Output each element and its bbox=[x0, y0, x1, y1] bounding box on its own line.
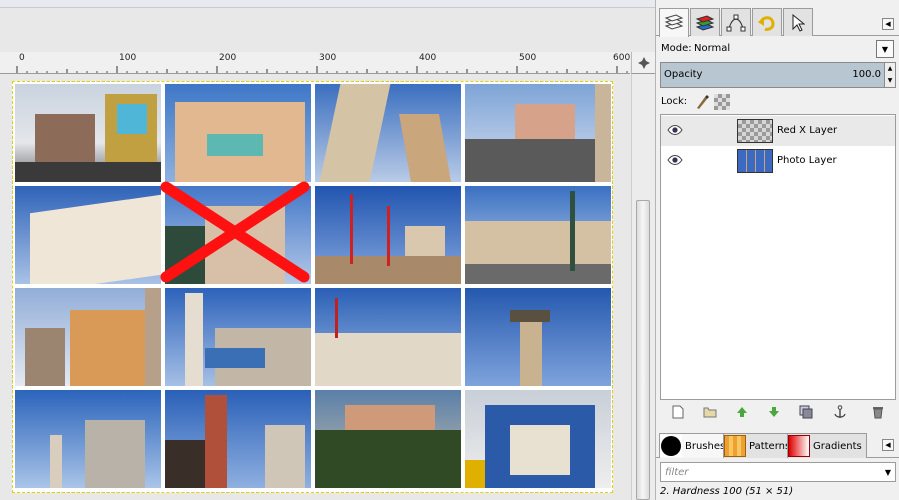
dock-tab-bar: ◀ bbox=[656, 6, 899, 37]
filter-placeholder: filter bbox=[665, 467, 689, 478]
navigate-icon[interactable] bbox=[631, 52, 655, 74]
photo-venetian-facade bbox=[165, 84, 311, 182]
image-canvas[interactable] bbox=[12, 81, 613, 493]
opacity-spinner[interactable]: ▲ ▼ bbox=[884, 63, 895, 87]
photo-circus-circus bbox=[465, 390, 611, 488]
undo-history-icon bbox=[758, 15, 775, 31]
ruler-label: 300 bbox=[319, 53, 337, 63]
ruler-label: 500 bbox=[519, 53, 537, 63]
mode-selector[interactable]: Mode: Normal ▼ bbox=[660, 40, 896, 58]
tab-layers[interactable] bbox=[659, 8, 689, 37]
opacity-slider[interactable]: Opacity 100.0 ▲ ▼ bbox=[660, 62, 896, 88]
opacity-label: Opacity bbox=[664, 69, 703, 80]
tab-label: Patterns bbox=[749, 440, 791, 452]
photo-fountain bbox=[15, 288, 161, 386]
photo-crossed-out bbox=[165, 186, 311, 284]
eye-icon[interactable] bbox=[667, 124, 683, 136]
brush-preview-icon bbox=[660, 435, 682, 457]
layer-item-red-x[interactable]: Red X Layer bbox=[661, 116, 895, 146]
lock-pixels-icon[interactable] bbox=[694, 94, 710, 110]
menu-strip bbox=[0, 0, 655, 8]
pattern-preview-icon bbox=[724, 435, 746, 457]
eye-icon[interactable] bbox=[667, 154, 683, 166]
ruler-label: 600 bbox=[613, 53, 630, 63]
photo-lion-column bbox=[465, 288, 611, 386]
layer-thumbnail bbox=[737, 119, 773, 143]
photo-palace-wide bbox=[315, 288, 461, 386]
layers-icon bbox=[664, 14, 684, 30]
tab-label: Brushes bbox=[685, 440, 726, 452]
chevron-down-icon[interactable]: ▼ bbox=[885, 468, 891, 477]
raise-layer-icon[interactable] bbox=[734, 404, 750, 420]
layer-name: Red X Layer bbox=[777, 125, 838, 136]
delete-layer-icon[interactable] bbox=[870, 404, 886, 420]
duplicate-layer-icon[interactable] bbox=[798, 404, 814, 420]
mode-value: Normal bbox=[694, 43, 731, 54]
horizontal-ruler[interactable]: 0 100 200 300 400 500 600 bbox=[0, 52, 630, 74]
photo-grid bbox=[15, 84, 611, 490]
lock-label: Lock: bbox=[661, 96, 688, 107]
layer-button-bar bbox=[660, 402, 896, 422]
tab-gradients[interactable]: Gradients bbox=[787, 433, 867, 458]
photo-column-construction bbox=[165, 288, 311, 386]
ruler-label: 200 bbox=[219, 53, 237, 63]
canvas-area[interactable]: 0 100 200 300 400 500 600 bbox=[0, 8, 655, 500]
photo-palms bbox=[315, 390, 461, 488]
tab-brushes[interactable]: Brushes bbox=[659, 433, 731, 458]
pointer-icon bbox=[792, 13, 805, 32]
opacity-value: 100.0 bbox=[852, 69, 881, 80]
photo-treasure-island bbox=[15, 84, 161, 182]
new-layer-group-icon[interactable] bbox=[702, 404, 718, 420]
lock-alpha-icon[interactable] bbox=[714, 94, 730, 110]
gradient-preview-icon bbox=[788, 435, 810, 457]
layer-thumbnail bbox=[737, 149, 773, 173]
photo-campanile bbox=[165, 390, 311, 488]
ruler-label: 0 bbox=[19, 53, 25, 63]
channels-icon bbox=[695, 14, 715, 31]
brush-info: 2. Hardness 100 (51 × 51) bbox=[660, 486, 794, 497]
vertical-scrollbar[interactable] bbox=[631, 74, 655, 500]
tab-menu-icon[interactable]: ◀ bbox=[882, 439, 894, 451]
layers-list: Red X Layer Photo Layer bbox=[660, 114, 896, 400]
photo-hotel-sky bbox=[15, 390, 161, 488]
chevron-down-icon[interactable]: ▼ bbox=[876, 40, 894, 58]
tab-channels[interactable] bbox=[690, 8, 720, 36]
gimp-window: 0 100 200 300 400 500 600 ◀ Mode: Normal… bbox=[0, 0, 899, 500]
filter-input[interactable]: filter ▼ bbox=[660, 462, 896, 482]
tab-menu-icon[interactable]: ◀ bbox=[882, 18, 894, 30]
lock-row: Lock: bbox=[660, 93, 896, 111]
mode-label: Mode: bbox=[661, 43, 692, 54]
layer-item-photo[interactable]: Photo Layer bbox=[661, 146, 895, 176]
photo-tower-up bbox=[315, 84, 461, 182]
layer-name: Photo Layer bbox=[777, 155, 837, 166]
tab-patterns[interactable]: Patterns bbox=[723, 433, 796, 458]
photo-plaza bbox=[465, 186, 611, 284]
lower-layer-icon[interactable] bbox=[766, 404, 782, 420]
ruler-label: 100 bbox=[119, 53, 137, 63]
new-layer-icon[interactable] bbox=[670, 404, 686, 420]
photo-bridge bbox=[465, 84, 611, 182]
layers-dock: ◀ Mode: Normal ▼ Opacity 100.0 ▲▼ Lock: bbox=[655, 0, 899, 500]
tab-pointer[interactable] bbox=[783, 8, 813, 36]
tab-label: Gradients bbox=[813, 440, 862, 452]
anchor-layer-icon[interactable] bbox=[832, 404, 848, 420]
brushes-tab-bar: Brushes Patterns Gradients ◀ bbox=[656, 432, 899, 458]
photo-cranes bbox=[315, 186, 461, 284]
tab-paths[interactable] bbox=[721, 8, 751, 36]
photo-doges-palace bbox=[15, 186, 161, 284]
tab-undo-history[interactable] bbox=[752, 8, 782, 36]
ruler-label: 400 bbox=[419, 53, 437, 63]
scrollbar-thumb[interactable] bbox=[636, 200, 650, 500]
paths-icon bbox=[726, 14, 746, 31]
